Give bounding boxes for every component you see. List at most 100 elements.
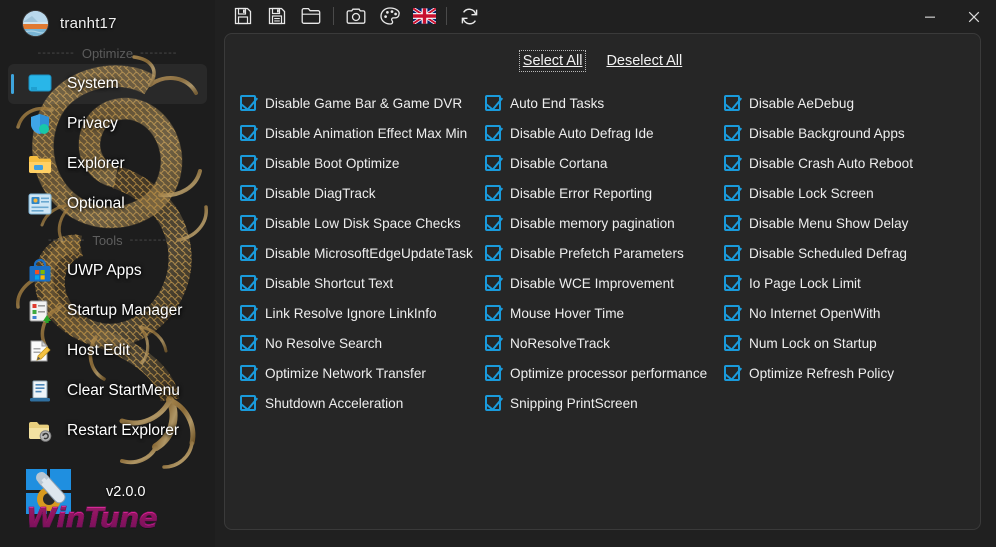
checkbox-row[interactable]: Shutdown Acceleration (240, 388, 479, 418)
checkbox-icon[interactable] (485, 185, 501, 201)
avatar[interactable] (22, 10, 49, 37)
checkbox-label: Disable DiagTrack (265, 185, 376, 201)
checkbox-icon[interactable] (485, 335, 501, 351)
profile-row[interactable]: tranht17 (0, 0, 215, 38)
checkbox-row[interactable]: Disable Cortana (485, 148, 719, 178)
save-as-icon[interactable] (260, 1, 294, 31)
checkbox-row[interactable]: No Internet OpenWith (724, 298, 969, 328)
checkbox-icon[interactable] (485, 155, 501, 171)
checkbox-icon[interactable] (240, 125, 256, 141)
checkbox-icon[interactable] (485, 275, 501, 291)
checkbox-icon[interactable] (240, 215, 256, 231)
sidebar-item-system[interactable]: System (8, 64, 207, 104)
checkbox-icon[interactable] (240, 365, 256, 381)
checkbox-icon[interactable] (724, 245, 740, 261)
wintune-window: tranht17 -------- Optimize -------- Syst… (0, 0, 996, 547)
checkbox-row[interactable]: Disable Prefetch Parameters (485, 238, 719, 268)
tweaks-column-3: Disable AeDebug Disable Background Apps … (719, 88, 969, 418)
checkbox-row[interactable]: Mouse Hover Time (485, 298, 719, 328)
sidebar-item-host-edit[interactable]: Host Edit (8, 331, 207, 371)
checkbox-icon[interactable] (240, 305, 256, 321)
tweaks-column-1: Disable Game Bar & Game DVR Disable Anim… (231, 88, 479, 418)
sidebar-item-clear-startmenu[interactable]: Clear StartMenu (8, 371, 207, 411)
checkbox-icon[interactable] (240, 155, 256, 171)
checkbox-icon[interactable] (240, 95, 256, 111)
checkbox-row[interactable]: Auto End Tasks (485, 88, 719, 118)
separator-label: Optimize (81, 45, 134, 61)
sidebar-item-privacy[interactable]: Privacy (8, 104, 207, 144)
checkbox-icon[interactable] (240, 185, 256, 201)
checkbox-row[interactable]: Disable Animation Effect Max Min (240, 118, 479, 148)
checkbox-row[interactable]: Optimize Refresh Policy (724, 358, 969, 388)
checkbox-row[interactable]: Disable Boot Optimize (240, 148, 479, 178)
checkbox-row[interactable]: No Resolve Search (240, 328, 479, 358)
checkbox-icon[interactable] (724, 365, 740, 381)
refresh-icon[interactable] (452, 1, 486, 31)
flag-uk-icon[interactable] (407, 1, 441, 31)
checkbox-icon[interactable] (724, 125, 740, 141)
checkbox-icon[interactable] (724, 305, 740, 321)
checkbox-icon[interactable] (240, 245, 256, 261)
sidebar-item-startup-manager[interactable]: Startup Manager (8, 291, 207, 331)
checkbox-icon[interactable] (485, 365, 501, 381)
checkbox-label: Disable Lock Screen (749, 185, 874, 201)
checkbox-icon[interactable] (485, 95, 501, 111)
checkbox-row[interactable]: Snipping PrintScreen (485, 388, 719, 418)
checkbox-icon[interactable] (724, 335, 740, 351)
checkbox-icon[interactable] (724, 215, 740, 231)
checkbox-row[interactable]: Disable Game Bar & Game DVR (240, 88, 479, 118)
checkbox-row[interactable]: Disable Error Reporting (485, 178, 719, 208)
tweaks-columns: Disable Game Bar & Game DVR Disable Anim… (225, 74, 980, 418)
sidebar-item-optional[interactable]: Optional (8, 184, 207, 224)
checkbox-row[interactable]: Io Page Lock Limit (724, 268, 969, 298)
sidebar-item-restart-explorer[interactable]: Restart Explorer (8, 411, 207, 451)
checkbox-icon[interactable] (240, 335, 256, 351)
checkbox-icon[interactable] (724, 155, 740, 171)
checkbox-row[interactable]: Optimize Network Transfer (240, 358, 479, 388)
checkbox-icon[interactable] (724, 95, 740, 111)
close-button[interactable] (952, 0, 996, 34)
checkbox-row[interactable]: Disable MicrosoftEdgeUpdateTask (240, 238, 479, 268)
palette-icon[interactable] (373, 1, 407, 31)
checkbox-row[interactable]: Disable AeDebug (724, 88, 969, 118)
select-actions-bar: Select All Deselect All (225, 34, 980, 74)
checkbox-row[interactable]: Disable Background Apps (724, 118, 969, 148)
minimize-button[interactable] (908, 0, 952, 34)
checkbox-icon[interactable] (485, 125, 501, 141)
main-area: Select All Deselect All Disable Game Bar… (215, 0, 996, 547)
checkbox-icon[interactable] (724, 275, 740, 291)
checkbox-row[interactable]: Disable Auto Defrag Ide (485, 118, 719, 148)
checkbox-row[interactable]: Disable memory pagination (485, 208, 719, 238)
checkbox-label: Disable Game Bar & Game DVR (265, 95, 463, 111)
checkbox-icon[interactable] (485, 305, 501, 321)
checkbox-row[interactable]: Disable Low Disk Space Checks (240, 208, 479, 238)
checkbox-icon[interactable] (240, 395, 256, 411)
checkbox-row[interactable]: Disable Lock Screen (724, 178, 969, 208)
checkbox-icon[interactable] (240, 275, 256, 291)
camera-icon[interactable] (339, 1, 373, 31)
checkbox-row[interactable]: Disable Menu Show Delay (724, 208, 969, 238)
sidebar-item-explorer[interactable]: Explorer (8, 144, 207, 184)
open-folder-icon[interactable] (294, 1, 328, 31)
checkbox-label: Disable AeDebug (749, 95, 855, 111)
deselect-all-link[interactable]: Deselect All (603, 51, 685, 71)
checkbox-row[interactable]: Optimize processor performance (485, 358, 719, 388)
checkbox-icon[interactable] (485, 215, 501, 231)
checkbox-row[interactable]: Num Lock on Startup (724, 328, 969, 358)
checkbox-row[interactable]: Disable WCE Improvement (485, 268, 719, 298)
sidebar-item-uwp-apps[interactable]: UWP Apps (8, 251, 207, 291)
checkbox-row[interactable]: NoResolveTrack (485, 328, 719, 358)
checkbox-row[interactable]: Disable DiagTrack (240, 178, 479, 208)
checkbox-icon[interactable] (485, 245, 501, 261)
checkbox-row[interactable]: Disable Shortcut Text (240, 268, 479, 298)
checkbox-row[interactable]: Disable Scheduled Defrag (724, 238, 969, 268)
checkbox-label: NoResolveTrack (510, 335, 610, 351)
checkbox-icon[interactable] (724, 185, 740, 201)
checkbox-label: Disable Menu Show Delay (749, 215, 909, 231)
save-icon[interactable] (226, 1, 260, 31)
checkbox-row[interactable]: Link Resolve Ignore LinkInfo (240, 298, 479, 328)
select-all-link[interactable]: Select All (518, 49, 587, 72)
checkbox-icon[interactable] (485, 395, 501, 411)
checkbox-row[interactable]: Disable Crash Auto Reboot (724, 148, 969, 178)
folder-icon (27, 151, 53, 177)
